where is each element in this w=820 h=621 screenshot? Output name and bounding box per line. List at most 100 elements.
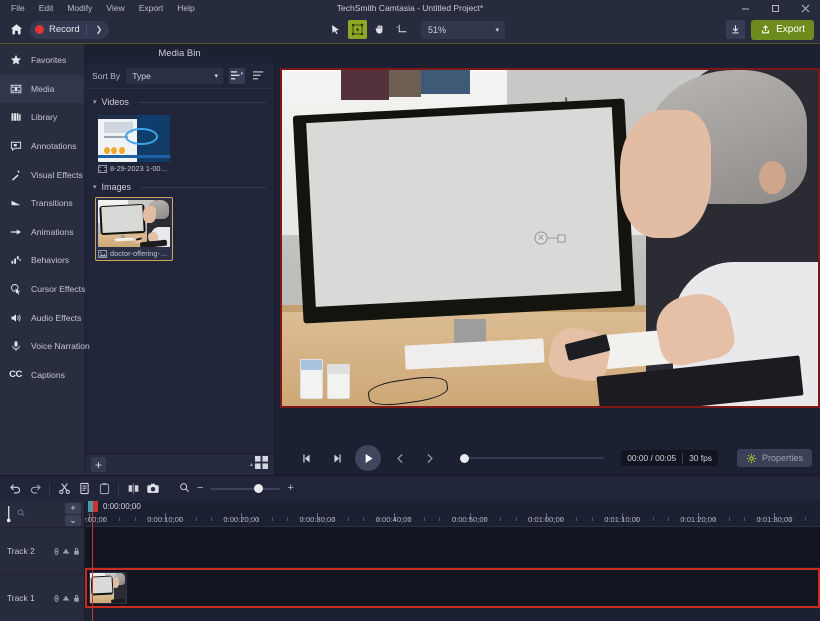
home-icon[interactable] bbox=[8, 22, 24, 38]
media-bin-content[interactable]: ▾ Videos 8-29-2023 1-00-2... ▾ Images do… bbox=[85, 89, 274, 453]
playback-scrubber[interactable] bbox=[460, 452, 605, 464]
resize-handle-icon[interactable] bbox=[557, 234, 566, 242]
speaker-icon bbox=[8, 312, 23, 324]
time-display: 00:00 / 00:05 30 fps bbox=[621, 450, 718, 466]
menu-item-modify[interactable]: Modify bbox=[60, 1, 99, 16]
sidebar-item-media[interactable]: Media bbox=[0, 74, 84, 104]
zoom-slider-handle[interactable] bbox=[254, 483, 264, 493]
canvas-zoom-select[interactable]: 51% ▾ bbox=[421, 20, 505, 39]
add-media-button[interactable]: + bbox=[91, 457, 106, 472]
chevron-down-icon: ▾ bbox=[93, 99, 97, 106]
detail-view-button[interactable] bbox=[251, 68, 267, 84]
add-track-button[interactable]: + bbox=[65, 502, 81, 514]
media-item[interactable]: 8-29-2023 1-00-2... bbox=[95, 112, 173, 176]
split-button[interactable] bbox=[123, 479, 143, 499]
close-button[interactable] bbox=[790, 0, 820, 16]
cursor-effects-icon bbox=[8, 283, 23, 295]
menu-item-edit[interactable]: Edit bbox=[32, 1, 61, 16]
lock-icon[interactable] bbox=[72, 544, 80, 558]
media-item[interactable]: doctor-offering-me... bbox=[95, 197, 173, 261]
record-button[interactable]: Record ❯ bbox=[30, 20, 110, 39]
cut-button[interactable] bbox=[54, 479, 74, 499]
timeline-canvas[interactable]: 0:00:00;00 0:00:10;00 0:00:20;00 0:00:30;00… bbox=[85, 501, 820, 621]
zoom-out-button[interactable]: − bbox=[197, 483, 203, 494]
properties-button[interactable]: Properties bbox=[736, 449, 812, 467]
sidebar-item-annotations[interactable]: Annotations bbox=[0, 132, 84, 161]
media-bin-panel: Media Bin Sort By Type ▾ ▾ Videos 8-29-2… bbox=[85, 44, 275, 475]
sidebar-item-transitions[interactable]: Transitions bbox=[0, 189, 84, 218]
media-group-header-images[interactable]: ▾ Images bbox=[85, 178, 274, 195]
sort-by-label: Sort By bbox=[92, 70, 121, 81]
mute-icon[interactable] bbox=[62, 544, 70, 558]
menu-item-export[interactable]: Export bbox=[132, 1, 171, 16]
media-group-label: Videos bbox=[101, 97, 129, 107]
scrubber-handle[interactable] bbox=[460, 453, 469, 463]
grid-view-button[interactable] bbox=[255, 455, 268, 474]
timeline-ruler[interactable]: 0:00:00;00 0:00:10;00 0:00:20;00 0:00:30;00… bbox=[85, 501, 820, 621]
timeline-zoom-slider[interactable] bbox=[210, 483, 281, 493]
sidebar-item-visual-effects[interactable]: Visual Effects bbox=[0, 160, 84, 189]
menu-item-file[interactable]: File bbox=[4, 1, 32, 16]
cc-icon: CC bbox=[9, 369, 22, 381]
redo-button[interactable] bbox=[25, 479, 45, 499]
maximize-button[interactable] bbox=[760, 0, 790, 16]
step-forward-button[interactable] bbox=[326, 448, 346, 468]
step-back-button[interactable] bbox=[297, 448, 317, 468]
sidebar-item-captions[interactable]: CC Captions bbox=[0, 361, 84, 390]
gear-icon bbox=[746, 453, 757, 463]
minimize-button[interactable] bbox=[730, 0, 760, 16]
track-row[interactable] bbox=[85, 568, 820, 608]
export-button[interactable]: Export bbox=[751, 19, 814, 40]
paste-button[interactable] bbox=[94, 479, 114, 499]
sidebar-item-voice-narration[interactable]: Voice Narration bbox=[0, 332, 90, 361]
previous-marker-button[interactable] bbox=[390, 448, 410, 468]
transition-icon bbox=[8, 197, 23, 209]
next-marker-button[interactable] bbox=[419, 448, 439, 468]
canvas-stage[interactable]: ✕ bbox=[280, 68, 820, 408]
transform-handle-group[interactable]: ✕ bbox=[534, 231, 566, 245]
media-group-header-videos[interactable]: ▾ Videos bbox=[85, 93, 274, 110]
lock-icon[interactable] bbox=[72, 591, 80, 605]
zoom-in-button[interactable]: + bbox=[287, 483, 293, 494]
title-bar: File Edit Modify View Export Help TechSm… bbox=[0, 0, 820, 16]
eye-icon[interactable] bbox=[52, 591, 60, 605]
hand-tool[interactable] bbox=[370, 20, 389, 39]
collapse-tracks-button[interactable]: ⌄ bbox=[65, 514, 81, 526]
sidebar-item-cursor-effects[interactable]: Cursor Effects bbox=[0, 275, 85, 304]
track-header-track-1[interactable]: Track 1 bbox=[0, 574, 84, 621]
timeline-clip[interactable] bbox=[89, 572, 127, 604]
transform-tool[interactable] bbox=[348, 20, 367, 39]
magnifier-icon[interactable] bbox=[179, 480, 190, 498]
sort-by-select[interactable]: Type ▾ bbox=[126, 67, 223, 84]
list-view-button[interactable] bbox=[229, 67, 245, 84]
sidebar-item-label: Visual Effects bbox=[31, 169, 83, 180]
canvas-tools-group: 51% ▾ bbox=[326, 20, 505, 39]
pointer-tool[interactable] bbox=[326, 20, 345, 39]
ruler-label: 0:00:30;00 bbox=[299, 515, 336, 524]
menu-item-view[interactable]: View bbox=[99, 1, 131, 16]
rotate-handle-icon[interactable]: ✕ bbox=[534, 231, 548, 245]
snapshot-button[interactable] bbox=[143, 479, 163, 499]
sidebar-item-library[interactable]: Library bbox=[0, 103, 84, 132]
track-name-label: Track 2 bbox=[7, 546, 35, 556]
play-button[interactable] bbox=[355, 445, 381, 471]
record-caret-icon[interactable]: ❯ bbox=[93, 25, 106, 34]
track-header-track-2[interactable]: Track 2 bbox=[0, 527, 84, 574]
download-button[interactable] bbox=[726, 20, 746, 39]
sidebar-item-label: Media bbox=[31, 83, 55, 94]
mute-icon[interactable] bbox=[62, 591, 70, 605]
playback-bar: 00:00 / 00:05 30 fps Properties bbox=[275, 441, 820, 475]
eye-icon[interactable] bbox=[52, 544, 60, 558]
playhead[interactable]: 0:00:00;00 bbox=[88, 501, 141, 621]
track-row[interactable] bbox=[85, 527, 820, 567]
sidebar-item-audio-effects[interactable]: Audio Effects bbox=[0, 303, 84, 332]
preview-canvas-area[interactable]: ✕ bbox=[275, 44, 820, 441]
crop-tool[interactable] bbox=[392, 20, 411, 39]
copy-button[interactable] bbox=[74, 479, 94, 499]
sidebar-item-favorites[interactable]: Favorites bbox=[0, 46, 84, 75]
sidebar-item-animations[interactable]: Animations bbox=[0, 218, 84, 247]
undo-button[interactable] bbox=[5, 479, 25, 499]
playhead-marker-icon bbox=[6, 506, 11, 523]
menu-item-help[interactable]: Help bbox=[170, 1, 201, 16]
sidebar-item-behaviors[interactable]: Behaviors bbox=[0, 246, 84, 275]
